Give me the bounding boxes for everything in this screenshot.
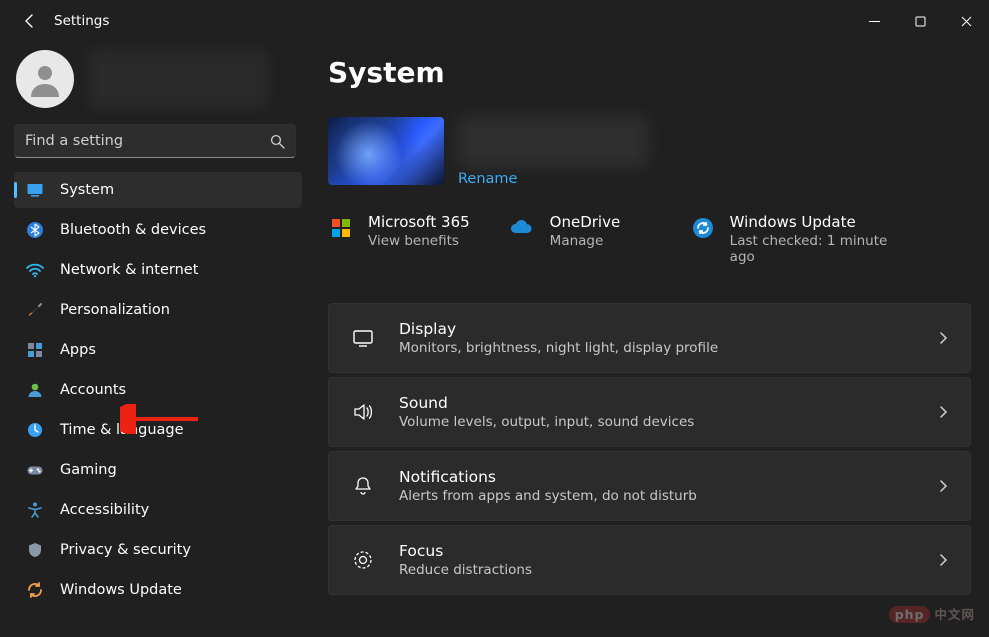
sidebar-item-network[interactable]: Network & internet bbox=[14, 252, 302, 288]
paintbrush-icon bbox=[26, 301, 44, 319]
update-icon bbox=[26, 581, 44, 599]
tile-onedrive[interactable]: OneDrive Manage bbox=[510, 213, 650, 265]
card-title: Notifications bbox=[399, 468, 936, 486]
search-input[interactable] bbox=[25, 133, 270, 149]
sidebar-item-bluetooth[interactable]: Bluetooth & devices bbox=[14, 212, 302, 248]
sidebar-item-label: Gaming bbox=[60, 462, 117, 478]
sidebar-item-label: Apps bbox=[60, 342, 96, 358]
user-name-redacted bbox=[88, 50, 268, 108]
sidebar-item-label: Time & language bbox=[60, 422, 184, 438]
search-icon bbox=[270, 134, 285, 149]
sidebar-item-accounts[interactable]: Accounts bbox=[14, 372, 302, 408]
sound-icon bbox=[349, 401, 377, 423]
sidebar-item-label: Accounts bbox=[60, 382, 126, 398]
bluetooth-icon bbox=[26, 221, 44, 239]
sidebar-item-apps[interactable]: Apps bbox=[14, 332, 302, 368]
sidebar-item-label: Personalization bbox=[60, 302, 170, 318]
clock-globe-icon bbox=[26, 421, 44, 439]
card-notifications[interactable]: Notifications Alerts from apps and syste… bbox=[328, 451, 971, 521]
sidebar-item-label: Bluetooth & devices bbox=[60, 222, 206, 238]
sync-icon bbox=[690, 215, 716, 241]
card-focus[interactable]: Focus Reduce distractions bbox=[328, 525, 971, 595]
watermark: php中文网 bbox=[889, 604, 975, 623]
rename-link[interactable]: Rename bbox=[458, 171, 648, 187]
card-subtitle: Volume levels, output, input, sound devi… bbox=[399, 414, 936, 430]
chevron-right-icon bbox=[936, 331, 950, 345]
tile-subtitle: View benefits bbox=[368, 233, 470, 249]
shield-icon bbox=[26, 541, 44, 559]
card-subtitle: Alerts from apps and system, do not dist… bbox=[399, 488, 936, 504]
tile-subtitle: Last checked: 1 minute ago bbox=[730, 233, 910, 265]
page-title: System bbox=[328, 56, 971, 89]
sidebar-item-update[interactable]: Windows Update bbox=[14, 572, 302, 608]
sidebar-item-privacy[interactable]: Privacy & security bbox=[14, 532, 302, 568]
window-maximize-button[interactable] bbox=[897, 5, 943, 37]
onedrive-icon bbox=[510, 215, 536, 241]
sidebar-item-label: Network & internet bbox=[60, 262, 198, 278]
accessibility-icon bbox=[26, 501, 44, 519]
sidebar-item-gaming[interactable]: Gaming bbox=[14, 452, 302, 488]
apps-icon bbox=[26, 341, 44, 359]
search-input-container[interactable] bbox=[14, 124, 296, 158]
avatar[interactable] bbox=[16, 50, 74, 108]
display-icon bbox=[349, 327, 377, 349]
tile-title: Windows Update bbox=[730, 213, 910, 231]
card-sound[interactable]: Sound Volume levels, output, input, soun… bbox=[328, 377, 971, 447]
tile-title: OneDrive bbox=[550, 213, 621, 231]
sidebar-item-accessibility[interactable]: Accessibility bbox=[14, 492, 302, 528]
sidebar-item-label: Accessibility bbox=[60, 502, 149, 518]
gamepad-icon bbox=[26, 461, 44, 479]
sidebar-item-label: Windows Update bbox=[60, 582, 182, 598]
tile-subtitle: Manage bbox=[550, 233, 621, 249]
wifi-icon bbox=[26, 261, 44, 279]
microsoft365-icon bbox=[328, 215, 354, 241]
card-title: Display bbox=[399, 320, 936, 338]
card-title: Sound bbox=[399, 394, 936, 412]
device-name-redacted bbox=[458, 117, 648, 167]
bell-icon bbox=[349, 475, 377, 497]
chevron-right-icon bbox=[936, 405, 950, 419]
sidebar-item-label: Privacy & security bbox=[60, 542, 191, 558]
focus-icon bbox=[349, 549, 377, 571]
card-title: Focus bbox=[399, 542, 936, 560]
chevron-right-icon bbox=[936, 479, 950, 493]
chevron-right-icon bbox=[936, 553, 950, 567]
monitor-icon bbox=[26, 181, 44, 199]
card-subtitle: Reduce distractions bbox=[399, 562, 936, 578]
person-icon bbox=[26, 381, 44, 399]
sidebar-item-personalization[interactable]: Personalization bbox=[14, 292, 302, 328]
desktop-wallpaper-thumbnail bbox=[328, 117, 444, 185]
window-minimize-button[interactable] bbox=[851, 5, 897, 37]
tile-microsoft365[interactable]: Microsoft 365 View benefits bbox=[328, 213, 470, 265]
window-close-button[interactable] bbox=[943, 5, 989, 37]
card-subtitle: Monitors, brightness, night light, displ… bbox=[399, 340, 936, 356]
tile-title: Microsoft 365 bbox=[368, 213, 470, 231]
sidebar-item-time[interactable]: Time & language bbox=[14, 412, 302, 448]
back-button[interactable] bbox=[18, 9, 42, 33]
tile-windows-update[interactable]: Windows Update Last checked: 1 minute ag… bbox=[690, 213, 910, 265]
sidebar-item-label: System bbox=[60, 182, 114, 198]
card-display[interactable]: Display Monitors, brightness, night ligh… bbox=[328, 303, 971, 373]
app-title: Settings bbox=[54, 13, 109, 29]
sidebar-item-system[interactable]: System bbox=[14, 172, 302, 208]
